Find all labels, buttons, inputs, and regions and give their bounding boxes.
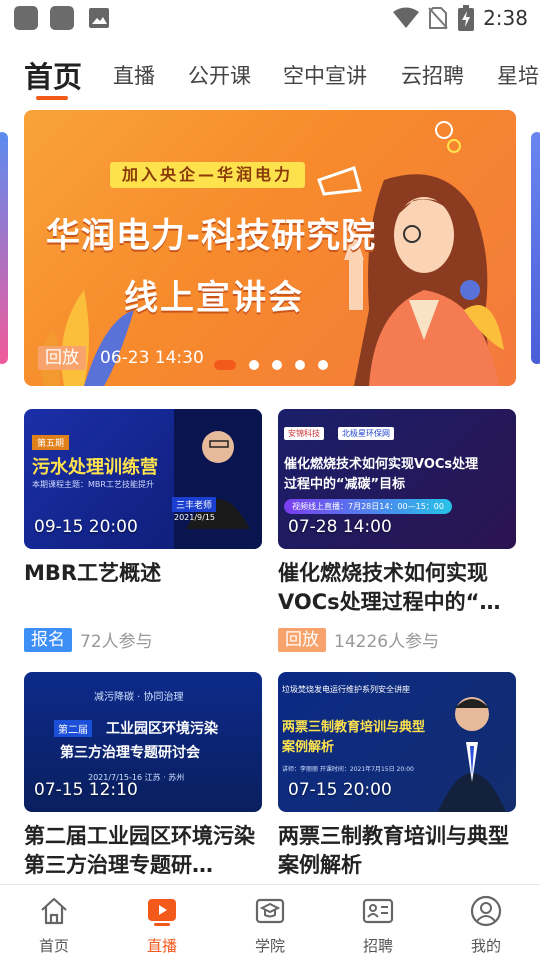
carousel-dot[interactable]: [272, 360, 282, 370]
signup-badge: 报名: [24, 627, 72, 652]
no-sim-icon: [428, 7, 448, 29]
recruit-card-icon: [362, 898, 394, 924]
carousel-dot[interactable]: [318, 360, 328, 370]
banner-carousel[interactable]: 加入央企—华润电力 华润电力-科技研究院 线上宣讲会 回放 06-23 14:3…: [24, 110, 516, 386]
participant-count: 14226人参与: [334, 632, 440, 652]
wifi-icon: [393, 7, 419, 28]
banner-time: 06-23 14:30: [100, 348, 204, 368]
active-tab-indicator: [36, 96, 68, 100]
card-time: 07-15 12:10: [34, 780, 138, 800]
nav-profile[interactable]: 我的: [432, 885, 540, 960]
academy-icon: [255, 898, 285, 924]
course-card[interactable]: 安锦科技 北极星环保网 催化燃烧技术如何实现VOCs处理 过程中的“减碳”目标 …: [278, 409, 516, 652]
thumb-heading: 两票三制教育培训与典型: [282, 720, 426, 735]
thumb-logo: 安锦科技: [284, 427, 324, 440]
banner-prev-peek[interactable]: [0, 132, 8, 364]
thumb-top: 减污降碳 · 协同治理: [94, 692, 184, 703]
thumb-episode: 第五期: [32, 435, 70, 450]
thumb-presenter: 三丰老师: [172, 497, 217, 512]
thumb-tag: 第二届: [54, 720, 92, 737]
nav-label: 直播: [146, 937, 177, 955]
carousel-dot-active[interactable]: [214, 360, 236, 370]
card-title: 两票三制教育培训与典型案例解析: [278, 824, 509, 877]
carousel-dot[interactable]: [249, 360, 259, 370]
card-time: 07-28 14:00: [288, 517, 392, 537]
banner-tag: 加入央企—华润电力: [110, 162, 306, 188]
participant-count: 72人参与: [80, 632, 153, 652]
nav-label: 首页: [38, 937, 69, 955]
card-title: 催化燃烧技术如何实现VOCs处理过程中的“…: [278, 561, 501, 614]
thumb-heading: 催化燃烧技术如何实现VOCs处理: [284, 457, 479, 472]
notification-icon: [14, 6, 38, 30]
card-title: 第二届工业园区环境污染第三方治理专题研…: [24, 824, 255, 877]
nav-live[interactable]: 直播: [108, 885, 216, 960]
banner-subtitle: 线上宣讲会: [124, 278, 304, 318]
thumb-pill: 视频线上直播：7月28日14：00—15：00: [284, 499, 452, 514]
thumb-subheading: 本期课程主题：MBR工艺技能提升: [32, 480, 154, 489]
tab-cloud-recruit[interactable]: 云招聘: [401, 60, 464, 90]
course-thumbnail: 减污降碳 · 协同治理 第二届 工业园区环境污染 第三方治理专题研讨会 2021…: [24, 672, 262, 812]
course-card[interactable]: 垃圾焚烧发电运行维护系列安全讲座 两票三制教育培训与典型 案例解析 讲师：李丽丽…: [278, 672, 516, 878]
category-tabs: 首页 直播 公开课 空中宣讲 云招聘 星培: [0, 52, 540, 102]
profile-icon: [470, 895, 502, 927]
replay-badge: 回放: [38, 346, 86, 370]
course-card[interactable]: 减污降碳 · 协同治理 第二届 工业园区环境污染 第三方治理专题研讨会 2021…: [24, 672, 262, 878]
replay-badge: 回放: [278, 627, 326, 652]
course-thumbnail: 垃圾焚烧发电运行维护系列安全讲座 两票三制教育培训与典型 案例解析 讲师：李丽丽…: [278, 672, 516, 812]
nav-home[interactable]: 首页: [0, 885, 108, 960]
thumb-heading: 案例解析: [282, 740, 335, 755]
course-thumbnail: 安锦科技 北极星环保网 催化燃烧技术如何实现VOCs处理 过程中的“减碳”目标 …: [278, 409, 516, 549]
notification-icon: [50, 6, 74, 30]
card-time: 09-15 20:00: [34, 517, 138, 537]
nav-label: 我的: [470, 937, 501, 955]
image-icon: [89, 8, 109, 28]
card-meta: 报名 72人参与: [24, 627, 153, 652]
card-time: 07-15 20:00: [288, 780, 392, 800]
card-meta: 回放 14226人参与: [278, 627, 439, 652]
status-bar: 2:38: [0, 0, 540, 36]
bottom-navigation: 首页 直播 学院 招聘 我的: [0, 884, 540, 960]
thumb-heading: 第三方治理专题研讨会: [60, 745, 200, 761]
nav-label: 招聘: [362, 937, 393, 955]
thumb-top: 垃圾焚烧发电运行维护系列安全讲座: [282, 685, 410, 694]
banner-next-peek[interactable]: [531, 132, 540, 364]
card-title: MBR工艺概述: [24, 561, 162, 585]
thumb-heading: 污水处理训练营: [32, 457, 158, 478]
nav-label: 学院: [254, 937, 285, 955]
thumb-logo: 北极星环保网: [338, 427, 394, 440]
nav-academy[interactable]: 学院: [216, 885, 324, 960]
tab-live[interactable]: 直播: [113, 60, 155, 90]
tab-open-course[interactable]: 公开课: [188, 60, 251, 90]
course-card[interactable]: 第五期 污水处理训练营 本期课程主题：MBR工艺技能提升 三丰老师 2021/9…: [24, 409, 262, 652]
thumb-heading: 过程中的“减碳”目标: [284, 477, 406, 492]
tab-star-training[interactable]: 星培: [497, 60, 539, 90]
thumb-date: 2021/9/15: [174, 513, 216, 522]
thumb-heading: 工业园区环境污染: [106, 721, 218, 737]
home-icon: [41, 897, 67, 925]
nav-recruit[interactable]: 招聘: [324, 885, 432, 960]
tab-air-presentation[interactable]: 空中宣讲: [283, 60, 367, 90]
live-play-icon: [148, 899, 176, 926]
thumb-footer: 讲师：李丽丽 开课时间：2021年7月15日 20:00: [282, 766, 414, 773]
tab-home[interactable]: 首页: [24, 54, 82, 96]
clock: 2:38: [483, 6, 528, 30]
battery-charging-icon: [458, 5, 474, 31]
banner-title: 华润电力-科技研究院: [46, 216, 377, 256]
carousel-dot[interactable]: [295, 360, 305, 370]
course-thumbnail: 第五期 污水处理训练营 本期课程主题：MBR工艺技能提升 三丰老师 2021/9…: [24, 409, 262, 549]
